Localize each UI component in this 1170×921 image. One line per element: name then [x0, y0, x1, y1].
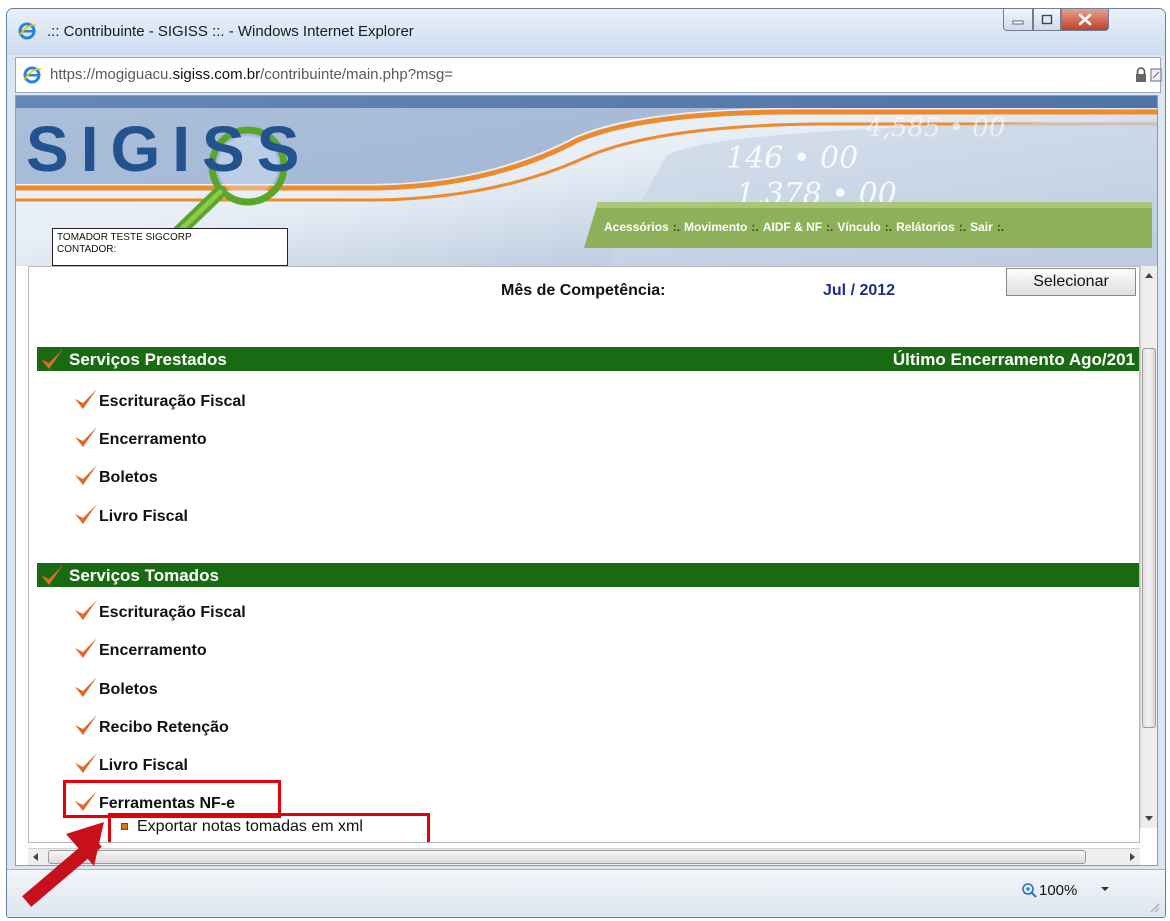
status-bar: 100%: [7, 869, 1165, 917]
item-label[interactable]: Boletos: [99, 681, 158, 699]
main-menu: Acessórios:. Movimento:. AIDF & NF:. Víncul…: [604, 220, 1008, 234]
sigiss-banner: 146 • 00 1,378 • 00 1,002 • 00 4,585 • 0…: [16, 96, 1157, 266]
menu-separator: :.: [884, 220, 893, 234]
scroll-up-icon[interactable]: [1141, 266, 1157, 286]
browser-window: .:: Contribuinte - SIGISS ::. - Windows …: [6, 8, 1166, 918]
menu-separator: :.: [826, 220, 834, 234]
maximize-icon: [1041, 14, 1053, 25]
checkmark-icon: [75, 427, 97, 447]
checkmark-icon: [75, 638, 97, 658]
chevron-down-icon[interactable]: [1099, 884, 1111, 894]
checkmark-icon: [75, 600, 97, 620]
main-frame: Mês de Competência: Jul / 2012 Seleciona…: [28, 266, 1140, 843]
menu-movimento[interactable]: Movimento: [684, 220, 747, 234]
scroll-right-icon[interactable]: [1126, 851, 1138, 863]
url-path: /contribuinte/main.php?msg=: [260, 66, 454, 83]
scroll-left-icon[interactable]: [30, 851, 42, 863]
user-name: TOMADOR TESTE SIGCORP: [57, 232, 192, 243]
competencia-label: Mês de Competência:: [501, 282, 666, 299]
horizontal-scrollbar[interactable]: [28, 848, 1140, 865]
sigiss-logo[interactable]: SIGISS: [26, 112, 311, 186]
item-label[interactable]: Livro Fiscal: [99, 757, 188, 775]
menu-relatorios[interactable]: Relátorios: [896, 220, 955, 234]
hscroll-thumb[interactable]: [48, 850, 1086, 864]
menu-acessorios[interactable]: Acessórios: [604, 220, 669, 234]
checkmark-icon: [75, 677, 97, 697]
vertical-scrollbar[interactable]: [1140, 266, 1157, 828]
magnifier-icon: [1022, 883, 1037, 898]
checkmark-icon: [41, 565, 63, 585]
section-title: Serviços Tomados: [69, 566, 219, 585]
checkmark-icon: [75, 504, 97, 524]
lock-icon[interactable]: [1134, 67, 1148, 83]
menu-separator: :.: [751, 220, 759, 234]
svg-text:4,585 • 00: 4,585 • 00: [865, 113, 1005, 143]
menu-separator: :.: [958, 220, 967, 234]
page-content: 146 • 00 1,378 • 00 1,002 • 00 4,585 • 0…: [15, 95, 1158, 866]
ultimo-encerramento: Último Encerramento Ago/201: [892, 350, 1135, 369]
item-label[interactable]: Encerramento: [99, 431, 207, 449]
ie-icon: [23, 66, 42, 84]
close-button[interactable]: [1061, 9, 1109, 31]
menu-aidf-nf[interactable]: AIDF & NF: [763, 220, 822, 234]
minimize-icon: [1012, 20, 1024, 24]
menu-vinculo[interactable]: Vínculo: [837, 220, 880, 234]
window-title: .:: Contribuinte - SIGISS ::. - Windows …: [47, 23, 414, 40]
section-servicos-tomados: Serviços Tomados: [37, 563, 1139, 587]
scroll-down-icon[interactable]: [1141, 808, 1157, 828]
item-label[interactable]: Boletos: [99, 469, 158, 487]
competencia-value: Jul / 2012: [823, 282, 896, 299]
zoom-value: 100%: [1039, 882, 1078, 899]
minimize-button[interactable]: [1003, 9, 1033, 31]
checkmark-icon: [75, 465, 97, 485]
url-domain: sigiss.com.br: [172, 66, 261, 83]
menu-separator: :.: [672, 220, 681, 234]
compatibility-view-icon[interactable]: [1150, 67, 1162, 83]
ie-icon: [18, 22, 37, 40]
scroll-thumb[interactable]: [1142, 348, 1156, 728]
section-title: Serviços Prestados: [69, 350, 227, 369]
menu-separator: :.: [996, 220, 1005, 234]
zoom-control[interactable]: 100%: [1021, 882, 1077, 899]
checkmark-icon: [75, 753, 97, 773]
contador-label: CONTADOR:: [57, 244, 117, 255]
checkmark-icon: [75, 715, 97, 735]
menu-sair[interactable]: Sair: [970, 220, 993, 234]
item-label[interactable]: Escrituração Fiscal: [99, 393, 246, 411]
checkmark-icon: [41, 349, 63, 369]
item-label[interactable]: Livro Fiscal: [99, 508, 188, 526]
item-label[interactable]: Encerramento: [99, 642, 207, 660]
url-text[interactable]: https://mogiguacu.sigiss.com.br/contribu…: [50, 66, 453, 83]
item-label[interactable]: Recibo Retenção: [99, 719, 229, 737]
address-bar[interactable]: https://mogiguacu.sigiss.com.br/contribu…: [15, 57, 1162, 93]
resize-grip-icon[interactable]: [1147, 900, 1161, 914]
item-label[interactable]: Escrituração Fiscal: [99, 604, 246, 622]
title-bar: .:: Contribuinte - SIGISS ::. - Windows …: [7, 9, 1165, 55]
user-info-box: TOMADOR TESTE SIGCORP CONTADOR:: [52, 228, 288, 266]
background-caption: [0, 0, 1170, 8]
highlight-exportar: [108, 813, 430, 842]
maximize-button[interactable]: [1033, 9, 1061, 31]
selecionar-button[interactable]: Selecionar: [1006, 268, 1136, 296]
close-icon: [1078, 13, 1092, 26]
section-servicos-prestados: Serviços Prestados Último Encerramento A…: [37, 347, 1139, 371]
url-prefix: https://mogiguacu.: [50, 66, 173, 83]
svg-text:146 • 00: 146 • 00: [726, 141, 858, 176]
checkmark-icon: [75, 389, 97, 409]
